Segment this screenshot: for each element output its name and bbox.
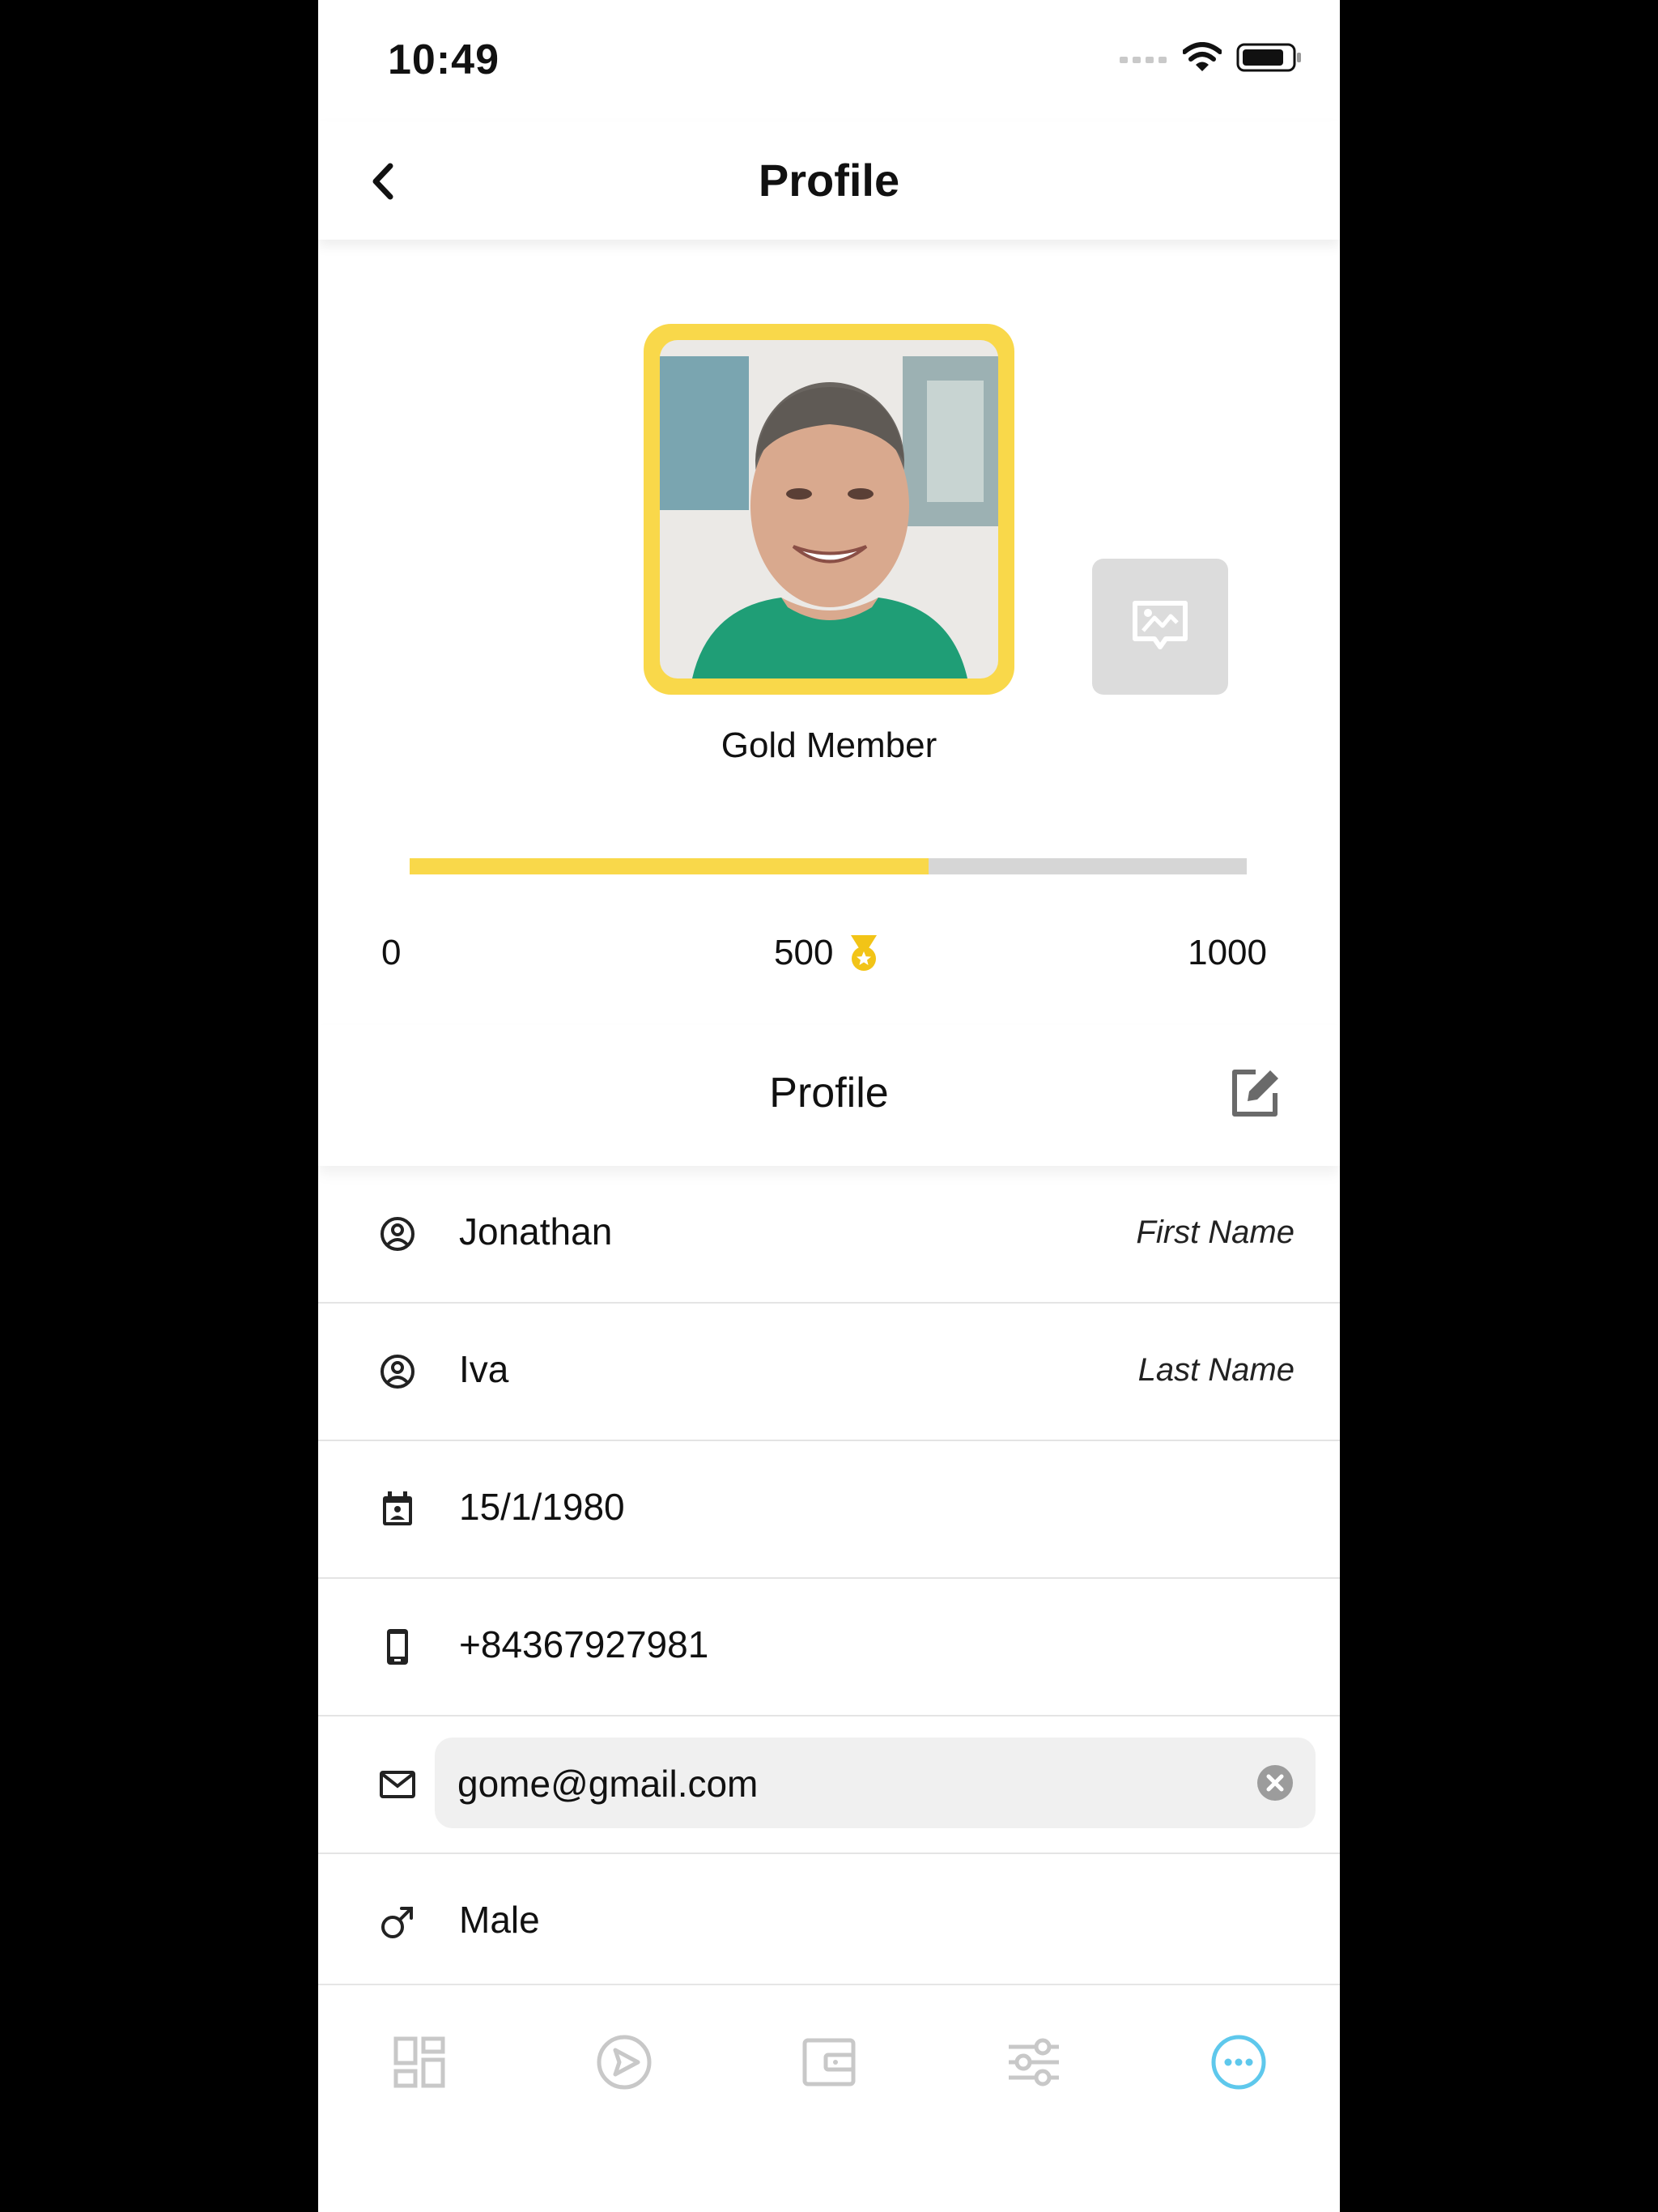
status-time: 10:49 [388, 36, 500, 83]
tab-more[interactable] [1202, 2026, 1275, 2099]
edit-profile-button[interactable] [1226, 1066, 1283, 1122]
status-icons [1120, 42, 1303, 73]
edit-icon [1232, 1070, 1278, 1117]
profile-section-header: Profile [318, 1025, 1340, 1166]
settings-sliders-icon [1009, 2038, 1059, 2087]
tab-dashboard[interactable] [383, 2026, 456, 2099]
progress-max: 1000 [1188, 933, 1267, 972]
phone-value: +84367927981 [459, 1623, 709, 1665]
battery-icon [1236, 43, 1301, 72]
last-name-row[interactable]: Iva Last Name [318, 1304, 1340, 1441]
medal-icon [851, 935, 878, 971]
email-field[interactable]: gome@gmail.com [435, 1738, 1316, 1828]
email-row: gome@gmail.com [318, 1716, 1340, 1854]
male-icon [375, 1899, 420, 1945]
dashboard-icon [393, 2036, 445, 2088]
last-name-label: Last Name [1137, 1352, 1295, 1388]
points-progress-bar [410, 858, 1247, 874]
phone-screen: 10:49 Profile Gold Member 0 500 1000 Pro… [318, 0, 1340, 2212]
progress-min: 0 [381, 933, 402, 972]
change-cover-button[interactable] [1092, 559, 1228, 695]
nav-bar: Profile [318, 121, 1340, 240]
more-icon [1211, 2035, 1266, 2090]
phone-row[interactable]: +84367927981 [318, 1579, 1340, 1716]
progress-current-group: 500 [774, 933, 880, 973]
progress-current: 500 [774, 933, 834, 972]
last-name-value: Iva [459, 1348, 509, 1390]
tab-send[interactable] [588, 2026, 661, 2099]
signal-icon [1120, 57, 1167, 63]
gender-row[interactable]: Male [318, 1854, 1340, 1990]
phone-icon [375, 1624, 420, 1670]
image-comment-icon [1133, 601, 1188, 649]
avatar-frame[interactable] [644, 324, 1014, 695]
status-bar: 10:49 [318, 0, 1340, 121]
avatar-photo [660, 340, 998, 678]
tab-bar [318, 1984, 1340, 2212]
user-circle-icon [375, 1211, 420, 1257]
section-title: Profile [769, 1070, 889, 1117]
email-value: gome@gmail.com [457, 1763, 759, 1805]
user-circle-icon [375, 1349, 420, 1394]
send-icon [597, 2035, 652, 2090]
mail-icon [375, 1762, 420, 1807]
wifi-icon [1183, 42, 1222, 71]
first-name-label: First Name [1136, 1214, 1295, 1250]
page-title: Profile [758, 155, 900, 206]
wallet-icon [802, 2038, 856, 2087]
tab-settings[interactable] [997, 2026, 1070, 2099]
profile-fields: Jonathan First Name Iva Last Name 15/1/1… [318, 1166, 1340, 1990]
profile-hero: Gold Member 0 500 1000 [318, 240, 1340, 1022]
calendar-person-icon [375, 1487, 420, 1532]
clear-icon[interactable] [1256, 1763, 1295, 1802]
birthday-row[interactable]: 15/1/1980 [318, 1441, 1340, 1579]
birthday-value: 15/1/1980 [459, 1486, 625, 1528]
tab-wallet[interactable] [793, 2026, 865, 2099]
gender-value: Male [459, 1899, 540, 1941]
first-name-row[interactable]: Jonathan First Name [318, 1166, 1340, 1304]
membership-tier: Gold Member [721, 725, 937, 765]
avatar [660, 340, 998, 678]
points-progress-fill [410, 858, 929, 874]
first-name-value: Jonathan [459, 1210, 613, 1253]
